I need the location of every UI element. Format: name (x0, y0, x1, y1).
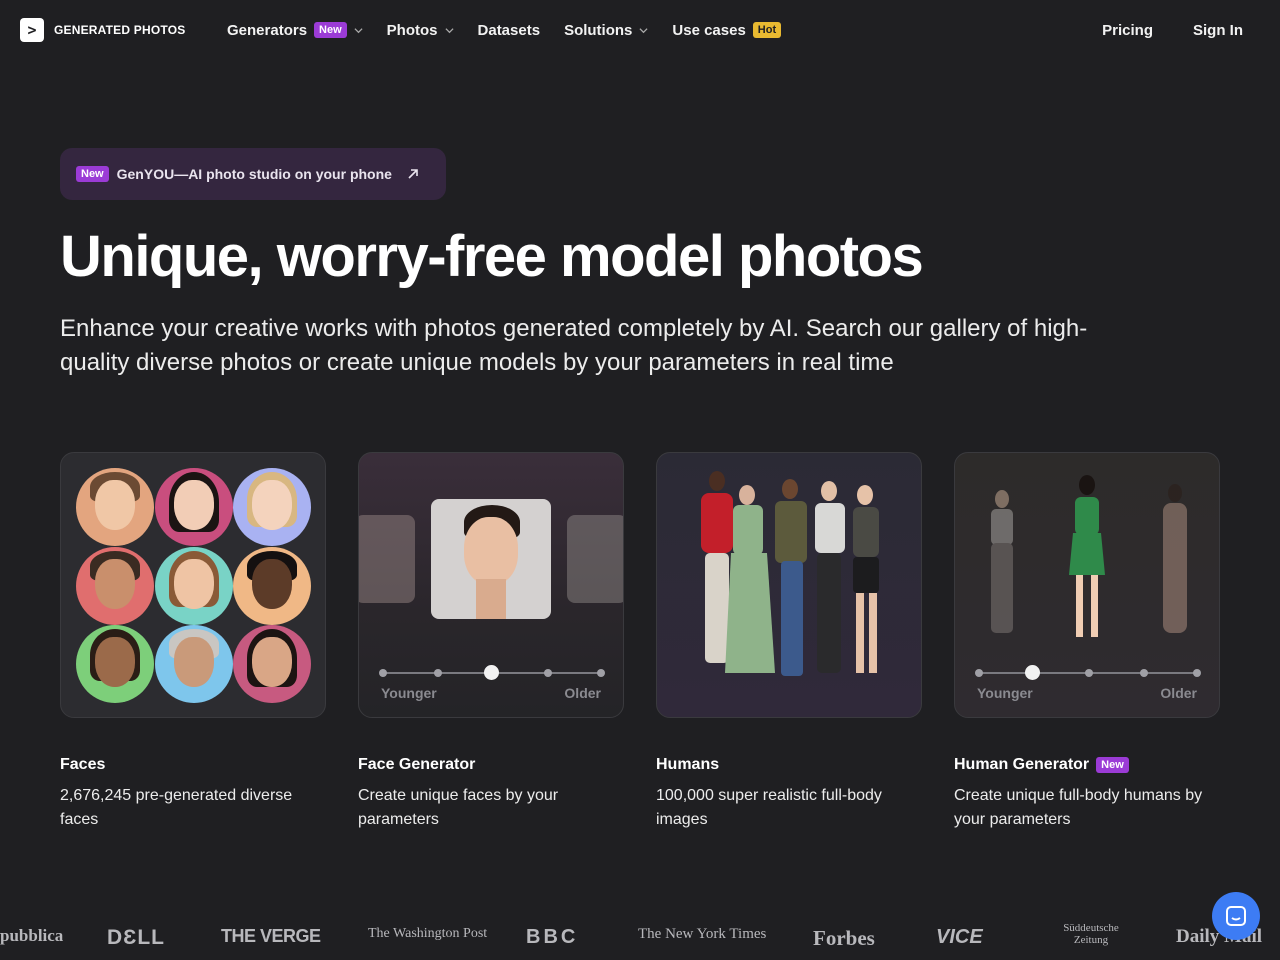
faces-thumbnail[interactable] (60, 452, 326, 718)
portrait-next (567, 515, 623, 603)
face-avatar (155, 625, 233, 703)
new-badge: New (314, 22, 347, 38)
promo-new-badge: New (76, 166, 109, 182)
human-generator-illustration (991, 475, 1187, 637)
chevron-down-icon (444, 27, 454, 33)
card-human-generator-title-text: Human Generator (954, 756, 1090, 773)
top-navigation: > GENERATED PHOTOS Generators New Photos… (0, 0, 1280, 60)
site-logo[interactable]: > GENERATED PHOTOS (20, 18, 185, 42)
card-faces-title: Faces (60, 756, 106, 773)
press-logo: pubblica (0, 926, 64, 945)
nav-solutions-label: Solutions (564, 21, 633, 39)
card-humans-title: Humans (656, 756, 720, 773)
face-avatar (155, 468, 233, 546)
new-badge: New (1096, 757, 1129, 773)
press-logo-strip: pubblica DƐLL THE VERGE The Washington P… (0, 918, 1280, 958)
slider-min-label: Younger (381, 685, 437, 701)
press-logo: The New York Times (638, 926, 767, 942)
press-logo: BBC (526, 926, 579, 948)
logo-mark-icon: > (20, 18, 44, 42)
hero-lead: Enhance your creative works with photos … (60, 315, 1088, 376)
face-avatar (233, 468, 311, 546)
face-avatar (76, 547, 154, 625)
pricing-link[interactable]: Pricing (1102, 22, 1153, 39)
card-human-generator-desc: Create unique full-body humans by your p… (954, 787, 1203, 828)
chevron-down-icon (639, 27, 648, 33)
slider-max-label: Older (564, 685, 601, 701)
card-faces-desc: 2,676,245 pre-generated diverse faces (60, 787, 293, 828)
nav-solutions[interactable]: Solutions (564, 22, 648, 39)
card-face-generator-desc: Create unique faces by your parameters (358, 787, 559, 828)
hot-badge: Hot (752, 22, 782, 38)
press-logo: Süddeutsche Zeitung (1063, 922, 1119, 946)
age-slider[interactable] (379, 665, 605, 680)
slider-max-label: Older (1160, 685, 1197, 701)
nav-photos-label: Photos (386, 21, 438, 39)
nav-photos[interactable]: Photos (387, 22, 454, 39)
nav-datasets[interactable]: Datasets (478, 22, 541, 39)
main-menu: Generators New Photos Datasets Solutions… (227, 0, 805, 60)
human-generator-thumbnail[interactable]: Younger Older (954, 452, 1220, 718)
age-slider[interactable] (975, 665, 1201, 680)
sign-in-link[interactable]: Sign In (1193, 22, 1243, 39)
press-logo: DƐLL (107, 926, 165, 949)
nav-generators-label: Generators (227, 21, 308, 39)
press-logo: Forbes (813, 926, 875, 950)
slider-min-label: Younger (977, 685, 1033, 701)
face-avatar (76, 625, 154, 703)
card-faces[interactable]: Faces 2,676,245 pre-generated diverse fa… (60, 452, 326, 832)
face-avatar (233, 547, 311, 625)
chat-button[interactable] (1212, 892, 1260, 940)
chevron-down-icon (354, 27, 363, 33)
card-humans-desc: 100,000 super realistic full-body images (656, 787, 882, 828)
arrow-up-right-icon (408, 169, 418, 179)
nav-right: Pricing Sign In (1102, 0, 1243, 60)
face-generator-thumbnail[interactable]: Younger Older (358, 452, 624, 718)
press-logo: The Washington Post (368, 926, 488, 941)
card-face-generator[interactable]: Younger Older Face Generator Create uniq… (358, 452, 624, 832)
slider-knob[interactable] (484, 665, 499, 680)
face-avatar (233, 625, 311, 703)
face-avatar (76, 468, 154, 546)
nav-generators[interactable]: Generators New (227, 22, 363, 39)
page-title: Unique, worry-free model photos (60, 224, 924, 289)
portrait-current (431, 499, 551, 619)
card-humans[interactable]: Humans 100,000 super realistic full-body… (656, 452, 922, 832)
humans-thumbnail[interactable] (656, 452, 922, 718)
nav-datasets-label: Datasets (477, 21, 541, 39)
promo-text: GenYOU—AI photo studio on your phone (116, 166, 392, 182)
nav-use-cases-label: Use cases (672, 21, 746, 39)
portrait-previous (359, 515, 415, 603)
face-avatar (155, 547, 233, 625)
press-logo: VICE (936, 926, 983, 948)
logo-text: GENERATED PHOTOS (54, 23, 186, 37)
faces-collage (76, 468, 312, 704)
promo-banner[interactable]: New GenYOU—AI photo studio on your phone (60, 148, 446, 200)
card-human-generator[interactable]: Younger Older Human Generator New Create… (954, 452, 1220, 832)
chat-icon (1226, 906, 1246, 926)
slider-knob[interactable] (1025, 665, 1040, 680)
nav-use-cases[interactable]: Use cases Hot (672, 21, 782, 39)
card-face-generator-title: Face Generator (358, 756, 476, 773)
humans-group-illustration (701, 471, 879, 676)
card-human-generator-title: Human Generator New (954, 756, 1220, 774)
press-logo: THE VERGE (221, 926, 321, 946)
